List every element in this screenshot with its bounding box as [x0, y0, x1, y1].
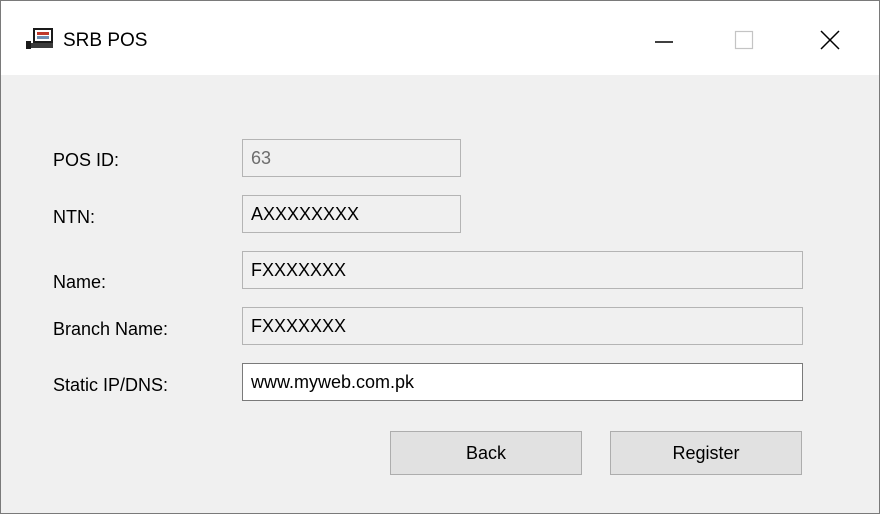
register-button[interactable]: Register	[610, 431, 802, 475]
ntn-field: AXXXXXXXX	[242, 195, 461, 233]
title-bar[interactable]: SRB POS	[1, 1, 879, 75]
minimize-icon	[655, 41, 673, 43]
name-label: Name:	[53, 272, 107, 292]
back-button[interactable]: Back	[390, 431, 582, 475]
window-title: SRB POS	[63, 30, 148, 51]
name-field: FXXXXXXX	[242, 251, 803, 289]
form-area: POS ID: 63 NTN: AXXXXXXXX Name: FXXXXXXX…	[1, 75, 879, 513]
branch-name-label: Branch Name:	[53, 319, 169, 339]
close-icon	[820, 30, 840, 50]
close-button[interactable]	[807, 17, 853, 63]
minimize-button[interactable]	[641, 17, 687, 63]
maximize-button[interactable]	[721, 17, 767, 63]
pos-id-label: POS ID:	[53, 150, 120, 170]
ntn-label: NTN:	[53, 207, 95, 227]
srb-pos-window: SRB POS POS ID: 63 NTN: AXXXXXXXX Name: …	[0, 0, 880, 514]
pos-id-field: 63	[242, 139, 461, 177]
static-ip-label: Static IP/DNS:	[53, 375, 169, 395]
branch-name-field: FXXXXXXX	[242, 307, 803, 345]
static-ip-input[interactable]: www.myweb.com.pk	[242, 363, 803, 401]
register-terminal-icon	[26, 28, 53, 49]
maximize-icon	[734, 30, 754, 50]
